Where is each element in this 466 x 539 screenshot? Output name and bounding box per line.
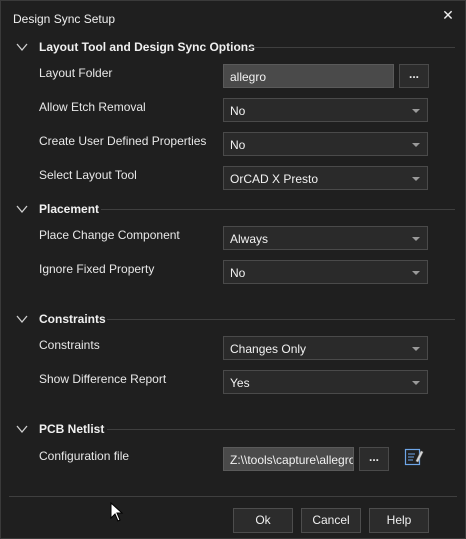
select-layout-tool-value: OrCAD X Presto — [230, 172, 319, 186]
chevron-down-icon[interactable] — [15, 423, 29, 435]
section-placement[interactable]: Placement — [15, 201, 455, 219]
place-change-component-value: Always — [230, 232, 269, 246]
select-layout-tool-label: Select Layout Tool — [39, 168, 137, 182]
design-sync-setup-dialog: Design Sync Setup ✕ Layout Tool and Desi… — [0, 0, 466, 539]
constraints-label: Constraints — [39, 338, 100, 352]
dropdown-arrow-icon — [412, 143, 420, 147]
section-title: Layout Tool and Design Sync Options — [39, 40, 255, 54]
close-icon[interactable]: ✕ — [437, 5, 459, 25]
cancel-button[interactable]: Cancel — [301, 508, 361, 533]
dropdown-arrow-icon — [412, 109, 420, 113]
edit-file-icon[interactable] — [404, 447, 424, 467]
ignore-fixed-property-value: No — [230, 266, 246, 280]
section-title: Constraints — [39, 312, 106, 326]
allow-etch-removal-value: No — [230, 104, 246, 118]
allow-etch-removal-select[interactable]: No — [223, 98, 428, 122]
configuration-file-browse-button[interactable]: ... — [359, 447, 389, 471]
section-title: Placement — [39, 202, 100, 216]
dropdown-arrow-icon — [412, 381, 420, 385]
dropdown-arrow-icon — [412, 237, 420, 241]
dropdown-arrow-icon — [412, 347, 420, 351]
chevron-down-icon[interactable] — [15, 41, 29, 53]
section-divider — [247, 47, 455, 48]
section-title: PCB Netlist — [39, 422, 105, 436]
constraints-value: Changes Only — [230, 342, 307, 356]
dropdown-arrow-icon — [412, 271, 420, 275]
select-layout-tool-select[interactable]: OrCAD X Presto — [223, 166, 428, 190]
create-user-defined-label: Create User Defined Properties — [39, 134, 207, 148]
mouse-pointer-icon — [110, 502, 124, 522]
window-title: Design Sync Setup — [13, 12, 116, 26]
dropdown-arrow-icon — [412, 177, 420, 181]
section-constraints[interactable]: Constraints — [15, 311, 455, 329]
place-change-component-select[interactable]: Always — [223, 226, 428, 250]
section-divider — [107, 429, 455, 430]
place-change-component-label: Place Change Component — [39, 228, 180, 242]
title-bar[interactable]: Design Sync Setup ✕ — [1, 1, 465, 35]
show-difference-report-label: Show Difference Report — [39, 372, 167, 386]
constraints-select[interactable]: Changes Only — [223, 336, 428, 360]
layout-folder-label: Layout Folder — [39, 66, 113, 80]
create-user-defined-value: No — [230, 138, 246, 152]
layout-folder-value: allegro — [230, 70, 267, 84]
configuration-file-input[interactable]: Z:\\tools\capture\allegro — [223, 447, 354, 471]
section-divider — [101, 209, 455, 210]
section-divider — [107, 319, 455, 320]
chevron-down-icon[interactable] — [15, 203, 29, 215]
chevron-down-icon[interactable] — [15, 313, 29, 325]
section-pcb-netlist[interactable]: PCB Netlist — [15, 421, 455, 439]
allow-etch-removal-label: Allow Etch Removal — [39, 100, 146, 114]
help-button[interactable]: Help — [369, 508, 429, 533]
layout-folder-browse-button[interactable]: ... — [399, 64, 429, 88]
layout-folder-input[interactable]: allegro — [223, 64, 394, 88]
ignore-fixed-property-select[interactable]: No — [223, 260, 428, 284]
ignore-fixed-property-label: Ignore Fixed Property — [39, 262, 155, 276]
section-layout-options[interactable]: Layout Tool and Design Sync Options — [15, 39, 455, 57]
show-difference-report-value: Yes — [230, 376, 250, 390]
ok-button[interactable]: Ok — [233, 508, 293, 533]
show-difference-report-select[interactable]: Yes — [223, 370, 428, 394]
configuration-file-label: Configuration file — [39, 449, 130, 463]
configuration-file-value: Z:\\tools\capture\allegro — [230, 453, 354, 467]
footer-divider — [9, 496, 457, 497]
create-user-defined-select[interactable]: No — [223, 132, 428, 156]
